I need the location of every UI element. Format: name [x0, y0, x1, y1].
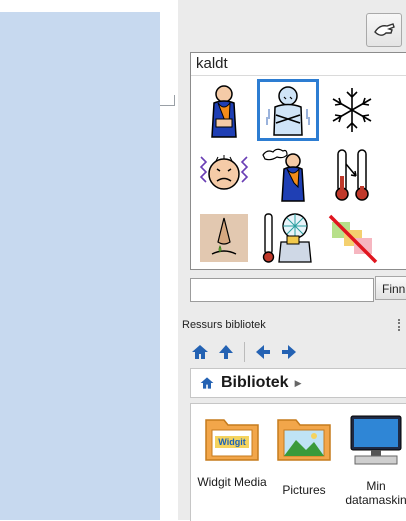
resource-toolbar — [190, 340, 299, 364]
toolbar-separator — [244, 342, 245, 362]
nose-drip-icon[interactable] — [193, 207, 255, 269]
forward-arrow-icon[interactable] — [279, 342, 299, 362]
home-icon[interactable] — [199, 375, 215, 391]
find-button[interactable]: Finn — [375, 276, 406, 300]
symbol-search-input[interactable] — [190, 278, 374, 302]
pictures-folder-icon — [277, 419, 331, 461]
resource-library-title: Ressurs bibliotek — [182, 319, 266, 331]
resource-library-header: Ressurs bibliotek — [182, 315, 406, 335]
symbol-chooser: kaldt — [190, 52, 406, 270]
thermometer-fan-icon[interactable] — [257, 207, 319, 269]
shivering-face-icon[interactable] — [193, 143, 255, 205]
file-label: Pictures — [282, 483, 326, 497]
breadcrumb: Bibliotek ▶ — [190, 368, 406, 398]
thermometers-icon[interactable] — [321, 143, 383, 205]
widgit-folder-icon: Widgit — [205, 419, 259, 461]
no-color-icon[interactable] — [321, 207, 383, 269]
breadcrumb-library[interactable]: Bibliotek — [221, 374, 289, 392]
widgit-logo-text: Widgit — [218, 437, 245, 447]
person-freezing-icon[interactable] — [257, 79, 319, 141]
person-cold-icon[interactable] — [193, 79, 255, 141]
hand-icon — [374, 23, 395, 36]
chevron-right-icon[interactable]: ▶ — [295, 378, 302, 389]
hand-tool-button[interactable] — [366, 13, 402, 47]
up-arrow-icon[interactable] — [216, 342, 236, 362]
home-icon[interactable] — [190, 342, 210, 362]
panel-grip-icon[interactable] — [398, 319, 404, 331]
computer-icon — [350, 415, 402, 465]
snowflake-icon[interactable] — [321, 79, 383, 141]
folder-widgit-media[interactable]: Widgit Widgit Media — [197, 412, 267, 489]
left-panel — [0, 12, 160, 520]
file-label: Widgit Media — [197, 475, 267, 489]
back-arrow-icon[interactable] — [253, 342, 273, 362]
folder-my-computer[interactable]: Min datamaskin — [341, 412, 406, 507]
file-label: Min datamaskin — [345, 479, 406, 507]
symbol-search-term: kaldt — [191, 53, 406, 76]
splitter-handle[interactable] — [160, 95, 175, 106]
folder-pictures[interactable]: Pictures — [269, 412, 339, 497]
resource-file-list: Widgit Widgit Media Pictures Min datamas… — [190, 403, 406, 521]
person-cold-breath-icon[interactable] — [257, 143, 319, 205]
